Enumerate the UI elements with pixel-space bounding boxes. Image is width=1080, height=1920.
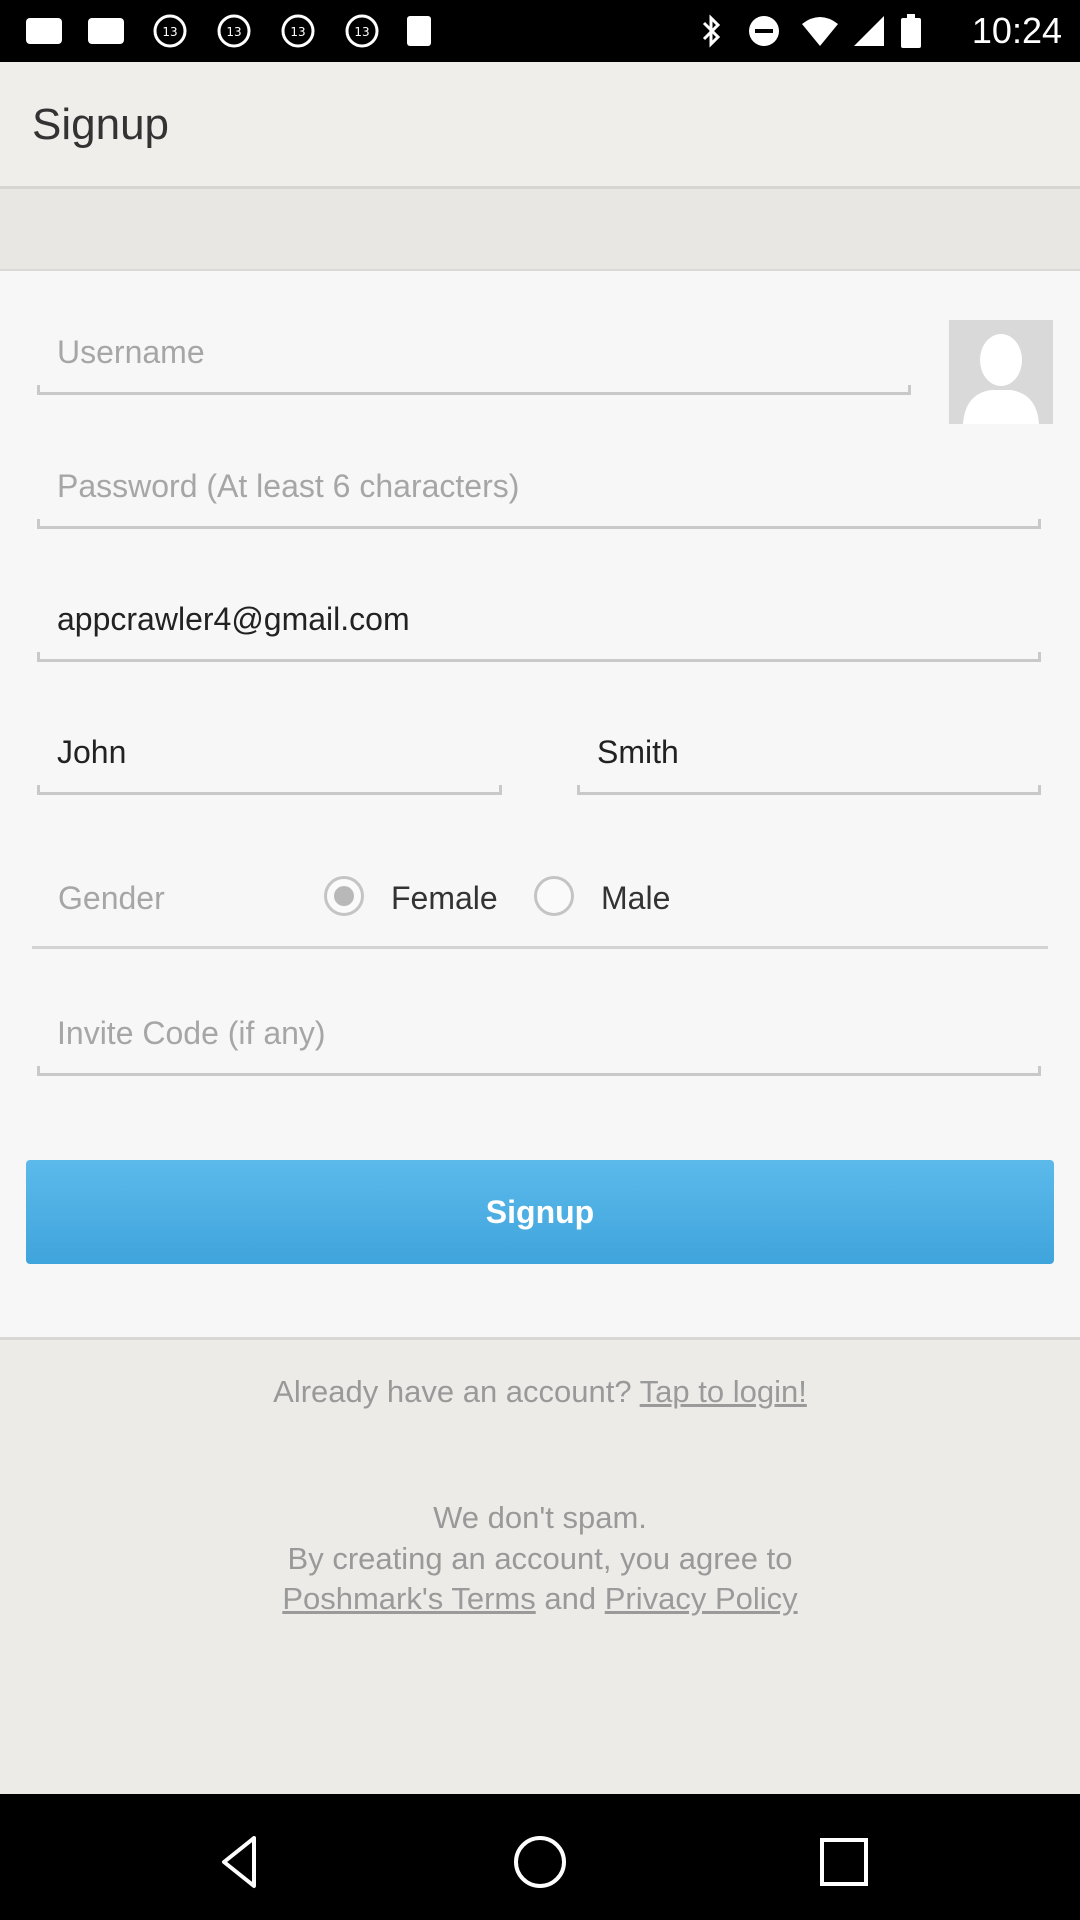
first-name-field[interactable]: John: [37, 730, 502, 795]
spam-notice: We don't spam.: [433, 1500, 647, 1535]
agree-notice: By creating an account, you agree to: [287, 1541, 793, 1576]
status-time: 10:24: [971, 10, 1062, 51]
gender-row: Gender Female Male: [32, 866, 1048, 949]
app-icon: [407, 16, 431, 46]
status-bar: 13 13 13 13 10:24: [0, 0, 1080, 62]
navigation-bar: [0, 1794, 1080, 1920]
header-band: [0, 189, 1080, 271]
terms-link[interactable]: Poshmark's Terms: [282, 1581, 535, 1616]
photo-icon: [26, 18, 62, 44]
email-value: appcrawler4@gmail.com: [57, 601, 410, 637]
page-title: Signup: [32, 100, 170, 149]
bluetooth-icon: [702, 14, 721, 48]
female-radio[interactable]: [324, 876, 364, 916]
male-label[interactable]: Male: [601, 880, 670, 917]
abc13-icon: 13: [217, 14, 251, 48]
user-silhouette-icon: [949, 320, 1053, 424]
home-icon[interactable]: [510, 1832, 570, 1892]
back-icon[interactable]: [210, 1832, 270, 1892]
abc13-icon: 13: [345, 14, 379, 48]
login-prompt-row: Already have an account? Tap to login!: [0, 1374, 1080, 1410]
svg-text:13: 13: [226, 25, 241, 39]
signup-button[interactable]: Signup: [26, 1160, 1054, 1264]
password-placeholder: Password (At least 6 characters): [57, 468, 520, 504]
avatar[interactable]: [949, 320, 1053, 424]
invite-code-input[interactable]: Invite Code (if any): [37, 1011, 1041, 1076]
invite-code-placeholder: Invite Code (if any): [57, 1015, 326, 1051]
svg-text:13: 13: [162, 25, 177, 39]
tap-to-login-link[interactable]: Tap to login!: [640, 1374, 807, 1409]
wifi-icon: [802, 17, 838, 46]
app-bar: Signup: [0, 62, 1080, 189]
terms-row: Poshmark's Terms and Privacy Policy: [0, 1581, 1080, 1617]
privacy-policy-link[interactable]: Privacy Policy: [605, 1581, 798, 1616]
and-text: and: [544, 1581, 597, 1616]
male-radio[interactable]: [534, 876, 574, 916]
svg-text:13: 13: [290, 25, 305, 39]
abc13-icon: 13: [281, 14, 315, 48]
photo-icon: [88, 18, 124, 44]
last-name-field[interactable]: Smith: [577, 730, 1041, 795]
username-input[interactable]: Username: [37, 330, 911, 395]
gender-label: Gender: [58, 880, 165, 916]
dnd-icon: [749, 16, 779, 46]
password-input[interactable]: Password (At least 6 characters): [37, 464, 1041, 529]
first-name-value: John: [57, 734, 127, 770]
recents-icon[interactable]: [814, 1832, 874, 1892]
cellular-icon: [854, 16, 884, 46]
username-placeholder: Username: [57, 334, 205, 370]
login-prompt-text: Already have an account?: [273, 1374, 632, 1409]
last-name-value: Smith: [597, 734, 679, 770]
svg-text:13: 13: [354, 25, 369, 39]
email-field[interactable]: appcrawler4@gmail.com: [37, 597, 1041, 662]
abc13-icon: 13: [153, 14, 187, 48]
battery-icon: [901, 14, 921, 48]
female-label[interactable]: Female: [391, 880, 498, 917]
